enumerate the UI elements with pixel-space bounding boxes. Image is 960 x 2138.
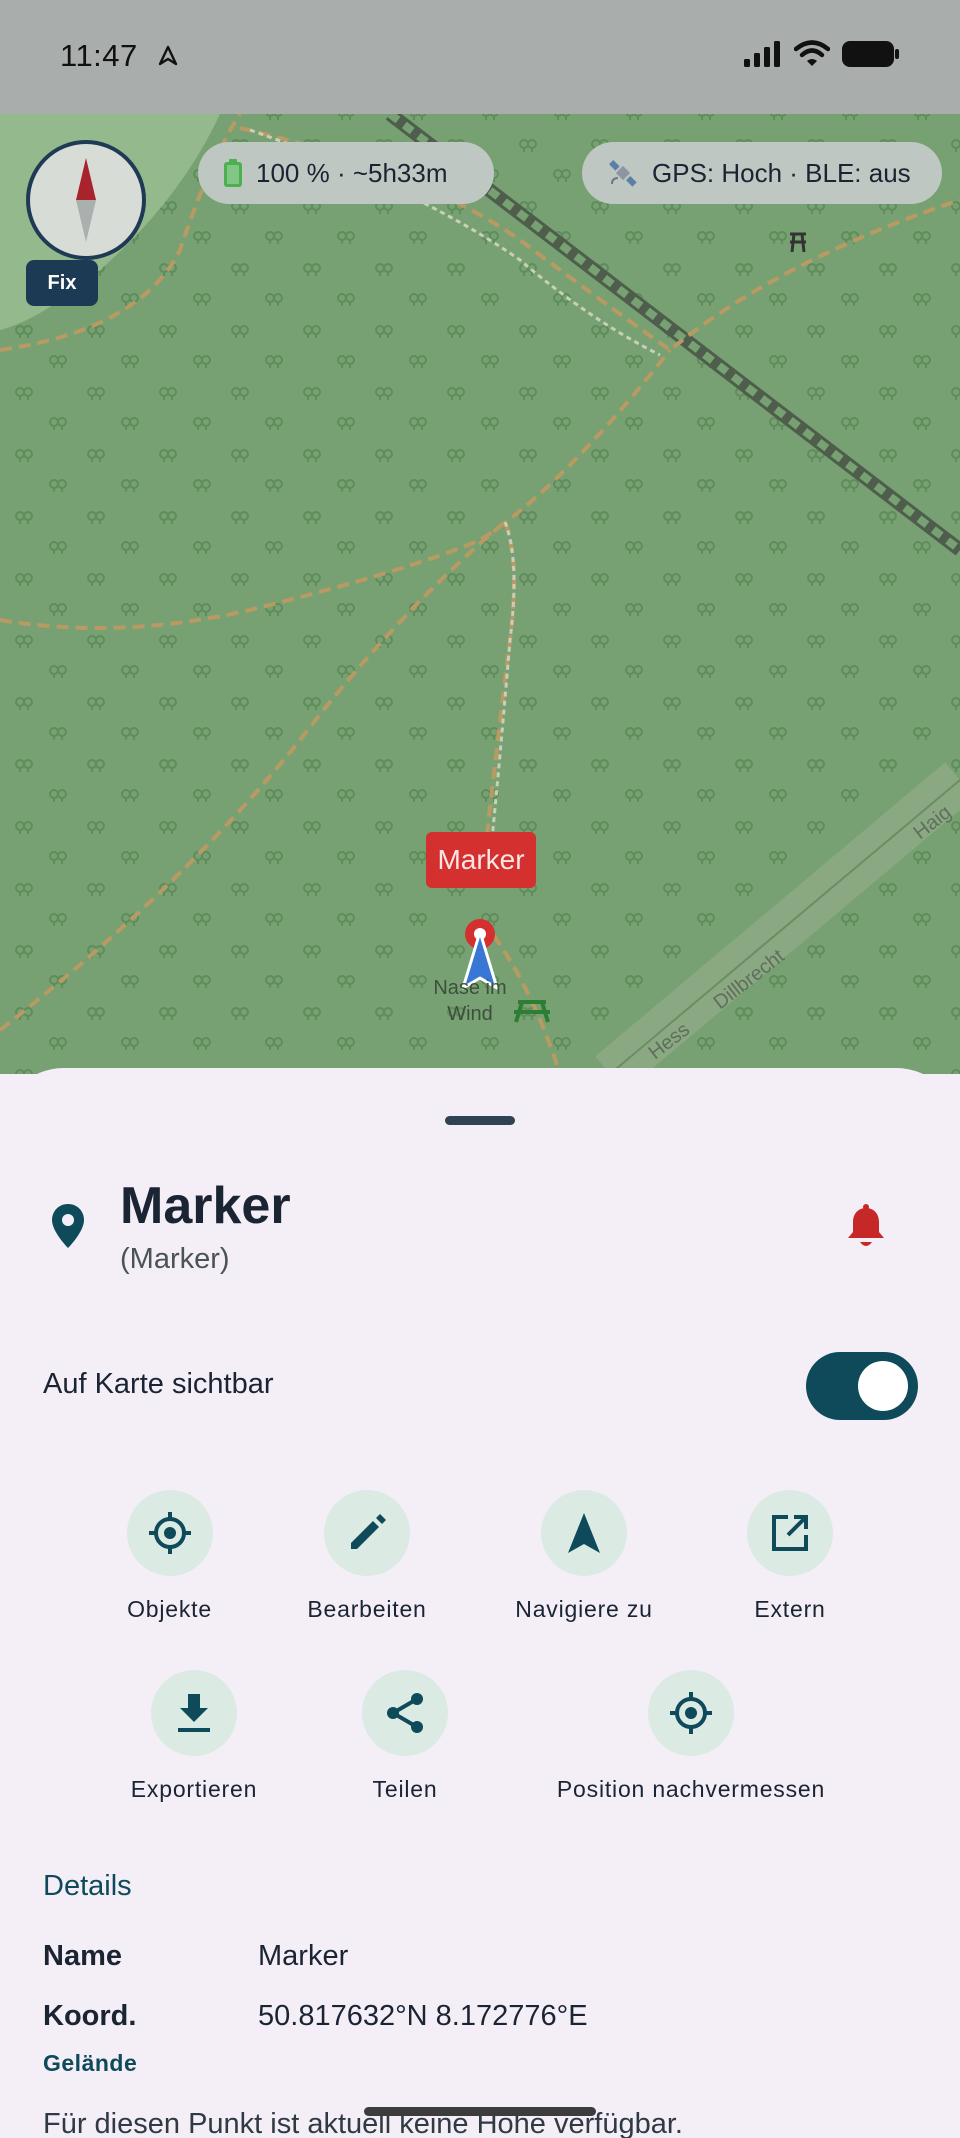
visible-on-map-label: Auf Karte sichtbar <box>43 1368 274 1400</box>
details-header: Details <box>43 1870 132 1902</box>
action-label: Objekte <box>127 1596 212 1622</box>
battery-vertical-icon <box>224 159 242 187</box>
fix-badge[interactable]: Fix <box>26 260 98 306</box>
gps-status-text: GPS: Hoch · BLE: aus <box>652 157 911 188</box>
home-indicator[interactable] <box>364 2107 596 2116</box>
detail-name-value: Marker <box>258 1940 349 1972</box>
bell-alert-icon[interactable] <box>844 1204 888 1250</box>
status-bar: 11:47 <box>0 0 960 114</box>
action-label: Bearbeiten <box>307 1596 427 1622</box>
location-pin-icon <box>52 1204 84 1248</box>
download-icon <box>151 1670 237 1756</box>
status-icons <box>744 40 900 68</box>
action-position-nachvermessen[interactable]: Position nachvermessen <box>546 1670 836 1803</box>
detail-name-key: Name <box>43 1940 122 1972</box>
satellite-icon <box>609 160 637 187</box>
detail-coord-value: 50.817632°N 8.172776°E <box>258 2000 588 2032</box>
marker-title: Marker <box>120 1177 291 1235</box>
compass-button[interactable] <box>26 140 146 260</box>
detail-coord-key: Koord. <box>43 2000 137 2032</box>
action-label: Teilen <box>372 1776 438 1802</box>
gps-status-pill: GPS: Hoch · BLE: aus <box>582 142 942 204</box>
wifi-icon <box>794 40 830 66</box>
map-view[interactable]: Hess Dillbrecht Haig Fix 100 % · ~5h33m <box>0 114 960 1074</box>
map-background: Hess Dillbrecht Haig <box>0 114 960 1074</box>
action-teilen[interactable]: Teilen <box>355 1670 455 1803</box>
terrain-label: Gelände <box>43 2050 138 2076</box>
open-external-icon <box>747 1490 833 1576</box>
battery-status-pill: 100 % · ~5h33m <box>198 142 494 204</box>
action-label: Position nachvermessen <box>556 1776 826 1802</box>
action-label: Navigiere zu <box>515 1596 653 1622</box>
crosshair-icon <box>126 1490 213 1576</box>
action-label: Extern <box>754 1596 826 1622</box>
action-label: Exportieren <box>130 1776 258 1802</box>
status-time: 11:47 <box>60 38 138 73</box>
action-objekte[interactable]: Objekte <box>102 1490 237 1623</box>
sheet-drag-handle[interactable] <box>445 1116 515 1125</box>
map-marker-label[interactable]: Marker <box>426 832 536 888</box>
remeasure-position-icon <box>648 1670 734 1756</box>
marker-subtitle: (Marker) <box>120 1243 230 1275</box>
battery-icon <box>842 41 899 67</box>
action-bearbeiten[interactable]: Bearbeiten <box>297 1490 437 1623</box>
cellular-signal-icon <box>744 41 780 67</box>
navigation-arrow-icon <box>541 1490 627 1576</box>
compass-needle-icon <box>76 158 96 242</box>
action-exportieren[interactable]: Exportieren <box>124 1670 264 1803</box>
battery-status-text: 100 % · ~5h33m <box>256 157 448 188</box>
location-arrow-icon <box>158 45 178 66</box>
action-navigiere-zu[interactable]: Navigiere zu <box>502 1490 666 1623</box>
action-extern[interactable]: Extern <box>730 1490 850 1623</box>
visible-on-map-toggle[interactable] <box>806 1352 918 1420</box>
share-icon <box>362 1670 448 1756</box>
pencil-icon <box>324 1490 410 1576</box>
map-place-label: Nase im Wind <box>433 977 507 1025</box>
toggle-knob <box>858 1361 908 1411</box>
